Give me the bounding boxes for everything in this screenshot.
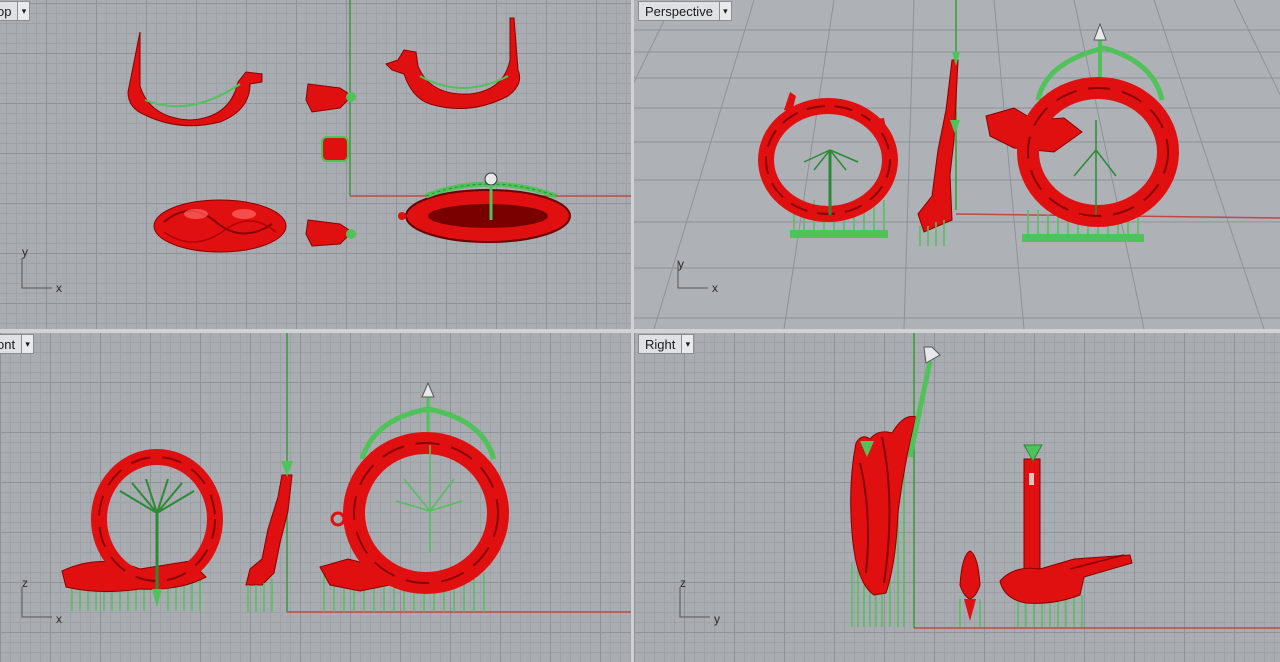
top-scene: y x [21, 0, 631, 295]
perspective-scene: y x [677, 22, 1179, 295]
axis-gizmo-icon: y x [677, 257, 718, 295]
svg-text:y: y [22, 245, 28, 259]
front-scene: z x [21, 333, 631, 626]
top-viewport-tab[interactable]: op ▾ [0, 1, 31, 21]
viewport-title: op [0, 3, 12, 19]
right-viewport-tab[interactable]: Right ▾ [638, 334, 695, 354]
ring-shank-right[interactable] [385, 17, 521, 109]
viewport-title: Perspective [645, 3, 713, 19]
shank-part-front[interactable] [245, 461, 293, 612]
perspective-viewport[interactable]: Perspective ▾ y x [634, 0, 1280, 329]
top-viewport[interactable]: op ▾ y x [0, 0, 631, 329]
ring-side-view[interactable] [850, 346, 941, 627]
viewport-title: Right [645, 336, 676, 352]
ring-shank-left[interactable] [127, 31, 263, 127]
shank-side-view[interactable] [999, 444, 1133, 627]
dropdown-arrow-icon[interactable]: ▾ [681, 335, 694, 353]
viewport-layout: op ▾ y x Perspective ▾ y x ont ▾ z x Rig… [0, 0, 1280, 662]
front-viewport[interactable]: ont ▾ z x [0, 333, 631, 662]
svg-text:y: y [714, 612, 720, 626]
axis-gizmo-icon: z x [21, 576, 62, 626]
viewport-title: ont [0, 336, 16, 352]
svg-text:x: x [712, 281, 718, 295]
clasp-part-1[interactable] [305, 83, 356, 113]
dropdown-arrow-icon[interactable]: ▾ [718, 2, 731, 20]
clasp-part-2[interactable] [305, 219, 356, 247]
svg-text:y: y [678, 257, 684, 271]
ring-left-perspective[interactable] [758, 92, 898, 238]
front-viewport-tab[interactable]: ont ▾ [0, 334, 35, 354]
bead-part[interactable] [321, 136, 349, 162]
svg-text:z: z [22, 576, 28, 590]
shank-part-perspective[interactable] [917, 52, 960, 246]
ring-right-perspective[interactable] [985, 22, 1179, 242]
perspective-viewport-tab[interactable]: Perspective ▾ [638, 1, 732, 21]
right-viewport[interactable]: Right ▾ z y [634, 333, 1280, 662]
ring-left-front[interactable] [61, 449, 223, 611]
svg-text:x: x [56, 281, 62, 295]
supported-ring-top[interactable] [398, 172, 571, 243]
ring-right-front[interactable] [319, 381, 509, 612]
axis-gizmo-icon: y x [21, 245, 62, 295]
twisted-ring-top[interactable] [153, 199, 287, 253]
dropdown-arrow-icon[interactable]: ▾ [17, 2, 30, 20]
axis-gizmo-icon: z y [679, 576, 720, 626]
bead-side-view[interactable] [959, 550, 981, 627]
svg-text:x: x [56, 612, 62, 626]
right-scene: z y [679, 333, 1280, 629]
svg-text:z: z [680, 576, 686, 590]
dropdown-arrow-icon[interactable]: ▾ [21, 335, 34, 353]
